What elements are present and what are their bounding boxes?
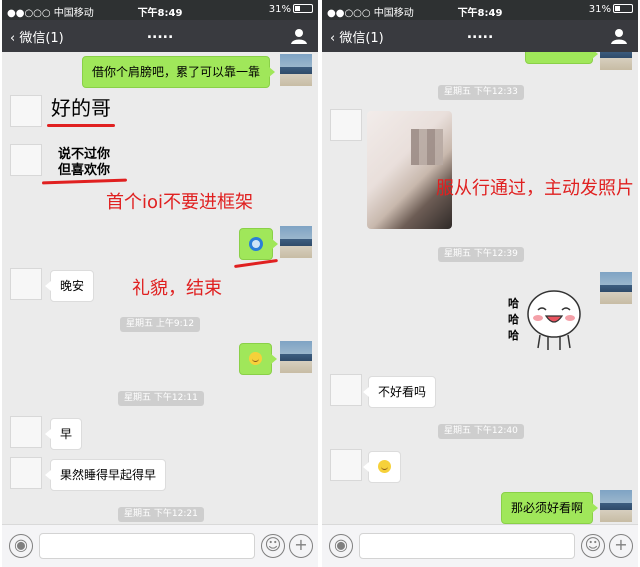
message-bubble-incoming[interactable]: 说不过你 但喜欢你 (52, 144, 116, 182)
battery-percent: 31% (588, 4, 611, 15)
battery-indicator: 31% (589, 4, 633, 15)
message-bubble-incoming[interactable]: 好的哥 (47, 92, 115, 124)
timestamp: 星期五 上午9:12 (120, 317, 201, 332)
timestamp: 星期五 下午12:40 (438, 424, 524, 439)
annotation-text: 首个ioi不要进框架 (106, 192, 254, 213)
battery-icon (293, 4, 313, 13)
annotation-underline (234, 258, 278, 269)
avatar-self[interactable] (280, 54, 312, 86)
avatar-self[interactable] (600, 272, 632, 304)
avatar-self[interactable] (280, 341, 312, 373)
message-text-line1: 说不过你 (58, 147, 111, 162)
status-bar: ●●○○○ 中国移动 下午8:49 31% (2, 0, 318, 20)
message-list[interactable]: 星期五 下午12:33 服从行通过，主动发照片 星期五 下午12:39 哈 哈 … (322, 52, 638, 524)
avatar-self[interactable] (600, 52, 632, 70)
laughing-bun-icon (527, 290, 581, 350)
annotation-underline (47, 124, 115, 127)
timestamp: 星期五 下午12:33 (438, 85, 524, 100)
chat-title: ..... (146, 26, 174, 42)
photo-message[interactable] (367, 111, 452, 229)
nav-bar: ‹ 微信(1) ..... (322, 20, 638, 52)
message-list[interactable]: 借你个肩膀吧，累了可以靠一靠 好的哥 说不过你 但喜欢你 首个ioi不要进框架 … (2, 52, 318, 524)
message-bubble-outgoing[interactable] (525, 52, 598, 64)
avatar-contact[interactable] (10, 416, 42, 448)
input-bar: ◉ ☺ + (322, 524, 638, 567)
battery-icon (613, 4, 633, 13)
message-text: 晚安 (60, 279, 85, 293)
person-icon[interactable] (290, 27, 308, 45)
avatar-contact[interactable] (10, 457, 42, 489)
plus-icon[interactable]: + (609, 534, 633, 558)
voice-icon[interactable]: ◉ (9, 534, 33, 558)
avatar-contact[interactable] (330, 109, 362, 141)
message-bubble-incoming[interactable]: 早 (44, 418, 83, 450)
message-bubble-outgoing[interactable]: 那必须好看啊 (501, 492, 599, 524)
chat-title: ..... (466, 26, 494, 42)
avatar-contact[interactable] (330, 449, 362, 481)
message-bubble-incoming[interactable]: 不好看吗 (362, 376, 437, 408)
voice-icon[interactable]: ◉ (329, 534, 353, 558)
plus-icon[interactable]: + (289, 534, 313, 558)
message-text: 好的哥 (51, 96, 111, 120)
message-text: 果然睡得早起得早 (60, 468, 157, 482)
smile-emoji-icon (249, 352, 262, 365)
person-icon[interactable] (610, 27, 628, 45)
nav-bar: ‹ 微信(1) ..... (2, 20, 318, 52)
chat-screen-right: ●●○○○ 中国移动 下午8:49 31% ‹ 微信(1) ..... 星期五 … (322, 0, 638, 567)
avatar-contact[interactable] (10, 144, 42, 176)
emoji-icon[interactable]: ☺ (261, 534, 285, 558)
message-bubble-incoming[interactable] (363, 451, 401, 483)
message-text-line2: 但喜欢你 (58, 163, 111, 178)
message-text: 早 (60, 427, 73, 441)
avatar-contact[interactable] (10, 95, 42, 127)
message-text: 借你个肩膀吧，累了可以靠一靠 (92, 65, 261, 79)
avatar-contact[interactable] (10, 268, 42, 300)
chat-screen-left: ●●○○○ 中国移动 下午8:49 31% ‹ 微信(1) ..... 借你个肩… (2, 0, 318, 567)
message-bubble-outgoing[interactable] (239, 228, 278, 260)
avatar-self[interactable] (280, 226, 312, 258)
emoji-icon (249, 237, 263, 251)
message-text: 不好看吗 (378, 385, 427, 399)
status-bar: ●●○○○ 中国移动 下午8:49 31% (322, 0, 638, 20)
avatar-contact[interactable] (330, 374, 362, 406)
avatar-self[interactable] (600, 490, 632, 522)
face-mosaic (411, 129, 443, 165)
battery-percent: 31% (268, 4, 291, 15)
message-input[interactable] (39, 533, 255, 559)
message-text: 那必须好看啊 (511, 501, 584, 515)
annotation-text: 服从行通过，主动发照片 (436, 178, 634, 199)
message-bubble-incoming[interactable]: 果然睡得早起得早 (44, 459, 167, 491)
battery-indicator: 31% (269, 4, 313, 15)
message-input[interactable] (359, 533, 575, 559)
timestamp: 星期五 下午12:11 (118, 391, 204, 406)
timestamp: 星期五 下午12:21 (118, 507, 204, 522)
timestamp: 星期五 下午12:39 (438, 247, 524, 262)
message-bubble-outgoing[interactable]: 借你个肩膀吧，累了可以靠一靠 (82, 56, 276, 88)
emoji-icon[interactable]: ☺ (581, 534, 605, 558)
sticker-text: 哈 哈 哈 (508, 297, 519, 342)
message-bubble-incoming[interactable]: 晚安 (44, 270, 95, 302)
annotation-text: 礼貌，结束 (132, 278, 222, 299)
smile-emoji-icon (378, 460, 391, 473)
message-bubble-outgoing[interactable] (239, 343, 277, 375)
input-bar: ◉ ☺ + (2, 524, 318, 567)
